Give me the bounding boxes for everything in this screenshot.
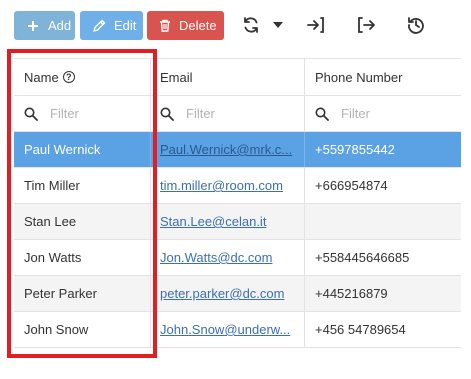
history-icon[interactable]	[405, 14, 427, 36]
plus-icon	[25, 18, 41, 34]
add-button-label: Add	[48, 18, 72, 33]
trash-icon	[157, 18, 173, 34]
phone-filter-placeholder: Filter	[341, 106, 370, 121]
email-link[interactable]: Jon.Watts@dc.com	[160, 250, 272, 265]
email-cell[interactable]: Stan.Lee@celan.it	[151, 204, 305, 239]
email-link[interactable]: Stan.Lee@celan.it	[160, 214, 266, 229]
email-link[interactable]: Paul.Wernick@mrk.c...	[151, 132, 305, 167]
toolbar: Add Edit Delete	[0, 0, 471, 52]
edit-button[interactable]: Edit	[80, 11, 143, 40]
refresh-icon[interactable]	[240, 14, 262, 36]
email-link[interactable]: tim.miller@room.com	[160, 178, 283, 193]
column-header-phone-label: Phone Number	[315, 69, 403, 85]
email-filter[interactable]: Filter	[151, 96, 305, 131]
delete-button-label: Delete	[179, 18, 217, 33]
edit-button-label: Edit	[114, 18, 137, 33]
phone-cell[interactable]: +445216879	[305, 276, 461, 311]
email-cell[interactable]: Jon.Watts@dc.com	[151, 240, 305, 275]
phone-filter[interactable]: Filter	[305, 96, 461, 131]
search-icon	[315, 107, 329, 121]
column-header-phone[interactable]: Phone Number	[305, 59, 461, 95]
column-header-email-label: Email	[160, 69, 193, 85]
email-link[interactable]: peter.parker@dc.com	[160, 286, 284, 301]
email-link[interactable]: John.Snow@underw...	[160, 322, 290, 337]
phone-cell[interactable]: +666954874	[305, 168, 461, 203]
email-cell[interactable]: John.Snow@underw...	[151, 312, 305, 347]
email-filter-placeholder: Filter	[186, 106, 215, 121]
phone-cell[interactable]	[305, 204, 461, 239]
phone-cell[interactable]: +456 54789654	[305, 312, 461, 347]
email-cell[interactable]: peter.parker@dc.com	[151, 276, 305, 311]
delete-button[interactable]: Delete	[147, 11, 224, 40]
phone-cell[interactable]: +558445646685	[305, 240, 461, 275]
search-icon	[160, 107, 174, 121]
phone-cell[interactable]: +5597855442	[305, 132, 461, 167]
login-icon[interactable]	[305, 14, 327, 36]
pencil-icon	[91, 18, 107, 34]
add-button[interactable]: Add	[14, 11, 75, 40]
name-column-highlight	[7, 49, 157, 358]
email-cell[interactable]: tim.miller@room.com	[151, 168, 305, 203]
column-header-email[interactable]: Email	[151, 59, 305, 95]
logout-icon[interactable]	[355, 14, 377, 36]
caret-down-icon[interactable]	[270, 14, 286, 36]
